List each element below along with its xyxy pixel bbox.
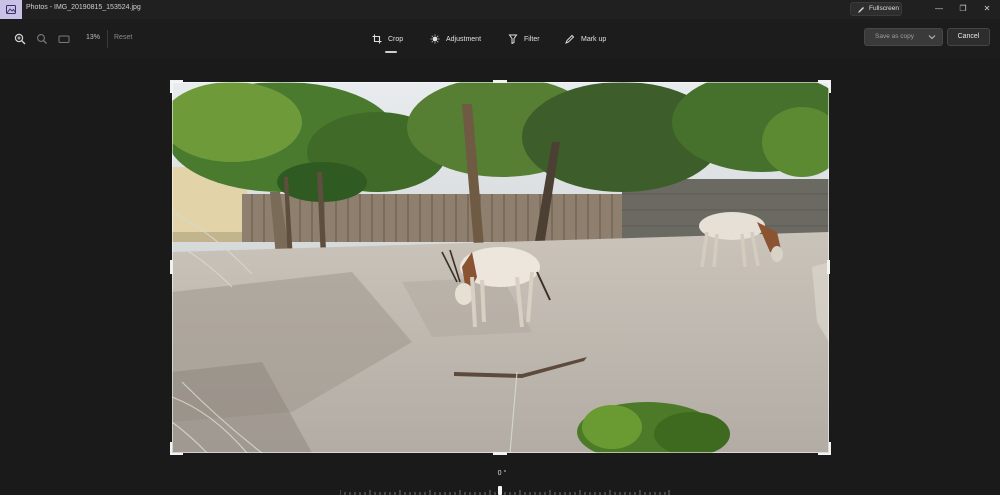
crop-handle-right[interactable] <box>827 260 830 274</box>
straighten-slider-thumb[interactable] <box>498 486 502 495</box>
crop-handle-bottom[interactable] <box>493 452 507 455</box>
zoom-in-icon <box>14 33 26 45</box>
save-as-copy-button[interactable]: Save as copy <box>864 28 943 46</box>
restore-button[interactable]: ❐ <box>952 2 974 16</box>
edit-toolbar: 13% Reset Crop Adjustment Filter Mark up… <box>0 19 1000 59</box>
cancel-label: Cancel <box>957 33 980 40</box>
pen-icon <box>858 7 864 13</box>
crop-handle-top[interactable] <box>493 80 507 83</box>
zoom-out-button[interactable] <box>34 31 50 47</box>
fit-window-icon <box>58 35 70 43</box>
tab-crop-label: Crop <box>388 35 404 43</box>
title-bar: Photos - IMG_20190815_153524.jpg Fullscr… <box>0 0 1000 19</box>
brightness-icon <box>430 34 440 44</box>
tab-mark-up-label: Mark up <box>581 35 607 43</box>
zoom-level: 13% <box>86 34 101 41</box>
close-button[interactable]: ✕ <box>976 2 998 16</box>
save-as-copy-label: Save as copy <box>875 33 915 40</box>
crop-handle-top-right[interactable] <box>818 80 831 93</box>
chevron-down-icon <box>928 35 936 40</box>
fullscreen-label: Fullscreen <box>869 5 899 12</box>
photos-app-icon <box>0 0 22 19</box>
minimize-button[interactable]: — <box>928 2 950 16</box>
crop-handle-bottom-right[interactable] <box>818 442 831 455</box>
reset-button[interactable]: Reset <box>114 34 132 41</box>
cancel-button[interactable]: Cancel <box>947 28 990 46</box>
tab-crop[interactable]: Crop <box>372 30 403 48</box>
editing-canvas <box>0 59 1000 495</box>
straighten-ruler[interactable] <box>340 487 670 495</box>
fullscreen-button[interactable]: Fullscreen <box>850 2 902 16</box>
pen-icon <box>565 34 575 44</box>
active-tab-indicator <box>385 51 397 53</box>
crop-icon <box>372 34 382 44</box>
tab-filter[interactable]: Filter <box>508 30 540 48</box>
crop-handle-left[interactable] <box>170 260 173 274</box>
zoom-out-icon <box>37 34 47 44</box>
zoom-in-button[interactable] <box>12 31 28 47</box>
tab-filter-label: Filter <box>524 35 540 43</box>
straighten-angle-value: 0 ° <box>497 470 507 477</box>
tab-adjustment-label: Adjustment <box>446 35 482 43</box>
filter-icon <box>508 34 518 44</box>
fit-to-window-button[interactable] <box>56 31 72 47</box>
photo-image[interactable] <box>172 82 829 453</box>
window-title: Photos - IMG_20190815_153524.jpg <box>26 4 141 11</box>
tab-adjustment[interactable]: Adjustment <box>430 30 481 48</box>
crop-handle-bottom-left[interactable] <box>170 442 183 455</box>
crop-handle-top-left[interactable] <box>170 80 183 93</box>
toolbar-divider <box>107 30 108 48</box>
tab-mark-up[interactable]: Mark up <box>565 30 606 48</box>
